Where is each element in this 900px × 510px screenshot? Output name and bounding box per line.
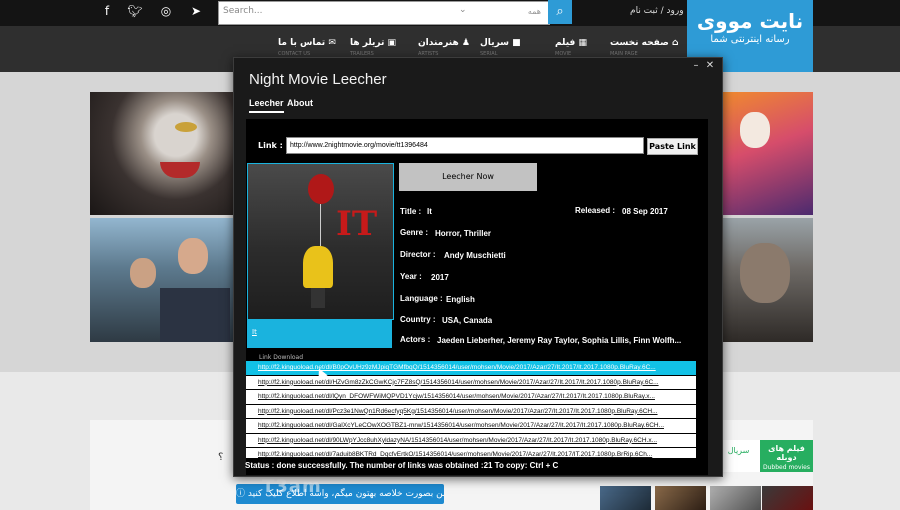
download-link-row[interactable]: http://f2.kinguoload.net/dl/Pcz3e1NwQn1R…: [246, 404, 696, 419]
country-label: Country :: [400, 315, 436, 324]
user-icon: ♟: [461, 38, 470, 48]
title-label: Title :: [400, 207, 422, 216]
poster-darkest-hour[interactable]: [720, 218, 813, 342]
released-label: Released :: [575, 206, 616, 215]
login-link[interactable]: ورود / ثبت نام: [630, 6, 684, 16]
search-icon: ⌕: [556, 4, 564, 19]
nav-trailers[interactable]: تریلر ها ▣ TRAILERS: [350, 38, 396, 57]
nav-home[interactable]: صفحه نخست ⌂ MAIN PAGE: [610, 38, 678, 57]
download-link-row[interactable]: http://f2.kinguoload.net/dl/90LWpYJcc8uh…: [246, 433, 696, 448]
envelope-icon: ✉: [328, 38, 336, 48]
poster-caption-bar: [247, 319, 392, 348]
movie-poster: IT: [247, 163, 394, 320]
actors-value: Jaeden Lieberher, Jeremy Ray Taylor, Sop…: [437, 336, 682, 345]
download-link-row[interactable]: http://f2.kinguoload.net/dl/lQyn_DFOWFWi…: [246, 390, 696, 405]
poster-it-pennywise[interactable]: [90, 92, 233, 215]
poster-kingsman[interactable]: [90, 218, 233, 342]
nav-movie[interactable]: فیلم ▦ MOVIE: [555, 38, 587, 57]
year-label: Year :: [400, 272, 422, 281]
minimize-icon[interactable]: –: [689, 60, 703, 71]
thumbnail[interactable]: [710, 486, 761, 510]
download-link-row[interactable]: http://f2.kinguoload.net/dl/HZvGm8zZkCGw…: [246, 375, 696, 390]
genre-label: Genre :: [400, 228, 429, 237]
tab-serial[interactable]: سریال: [717, 440, 760, 472]
released-value: 08 Sep 2017: [622, 207, 668, 216]
film-icon: ▦: [578, 38, 587, 48]
download-links-label: Link Download: [259, 354, 304, 361]
download-link-row[interactable]: http://f2.kinguoload.net/dl/GaIXcYLeCOwX…: [246, 419, 696, 434]
watermark: T3am: [262, 476, 322, 497]
download-link-row[interactable]: http://f2.kinguoload.net/dl/7aduib8BKTRd…: [246, 448, 696, 458]
link-input[interactable]: http://www.2nightmovie.org/movie/tt13964…: [286, 137, 644, 154]
download-links-list[interactable]: http://f2.kinguoload.net/dl/B0pOvUHz9zMJ…: [246, 361, 696, 458]
thumbnail[interactable]: [600, 486, 651, 510]
status-bar-text: Status : done successfully. The number o…: [245, 461, 559, 470]
video-icon: ■: [512, 38, 521, 48]
bottom-question-text: ؟: [218, 452, 224, 463]
tab-leecher[interactable]: Leecher: [249, 98, 284, 113]
language-label: Language :: [400, 294, 443, 303]
facebook-icon[interactable]: f: [96, 4, 118, 18]
year-value: 2017: [431, 273, 449, 282]
chevron-down-icon[interactable]: ⌄: [459, 5, 467, 15]
poster-caption-link[interactable]: It: [252, 328, 257, 336]
director-value: Andy Muschietti: [444, 251, 506, 260]
nav-serial[interactable]: سریال ■ SERIAL: [480, 38, 521, 57]
download-link-row[interactable]: http://f2.kinguoload.net/dl/B0pOvUHz9zMJ…: [246, 361, 696, 376]
nav-contact[interactable]: تماس با ما ✉ CONTACT US: [278, 38, 336, 57]
search-placeholder: Search...: [223, 6, 263, 16]
camera-icon: ▣: [387, 38, 397, 48]
close-icon[interactable]: ✕: [703, 60, 717, 71]
genre-value: Horror, Thriller: [435, 229, 492, 238]
paste-link-button[interactable]: Paste Link: [647, 138, 698, 155]
dubbed-movies-tab[interactable]: فیلم های دوبله Dubbed movies: [760, 440, 813, 472]
leecher-window: – ✕ Night Movie Leecher Leecher About Li…: [233, 57, 723, 477]
telegram-icon[interactable]: ➤: [185, 4, 207, 18]
tab-about[interactable]: About: [287, 98, 313, 108]
info-icon: ⓘ: [236, 489, 246, 499]
home-icon: ⌂: [671, 38, 679, 48]
nav-artists[interactable]: هنرمندان ♟ ARTISTS: [418, 38, 470, 57]
instagram-icon[interactable]: ◎: [155, 4, 177, 18]
actors-label: Actors :: [400, 335, 431, 344]
window-title: Night Movie Leecher: [249, 71, 387, 88]
search-category[interactable]: همه: [528, 7, 541, 16]
title-value: It: [427, 207, 432, 216]
country-value: USA, Canada: [442, 316, 493, 325]
search-button[interactable]: ⌕: [548, 0, 572, 24]
link-label: Link :: [258, 141, 283, 150]
site-search-input[interactable]: Search... ⌄ همه: [218, 1, 550, 25]
thumbnail[interactable]: [762, 486, 813, 510]
leecher-now-button[interactable]: Leecher Now: [399, 163, 537, 191]
director-label: Director :: [400, 250, 436, 259]
twitter-icon[interactable]: 🐦︎: [124, 4, 146, 18]
thumbnail[interactable]: [655, 486, 706, 510]
language-value: English: [446, 295, 475, 304]
poster-coco[interactable]: [720, 92, 813, 215]
